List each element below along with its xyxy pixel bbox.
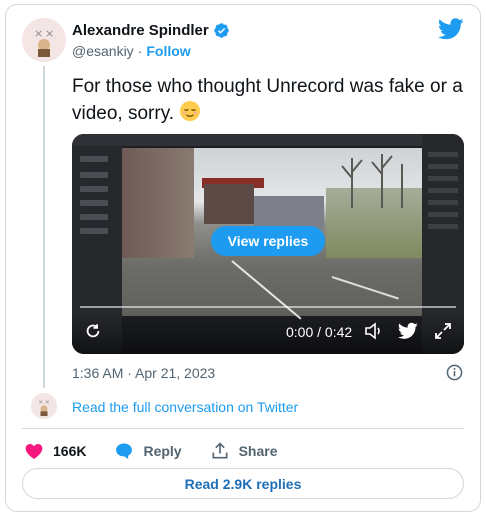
follow-button[interactable]: Follow [146, 43, 190, 59]
author-avatar[interactable]: × × [22, 18, 66, 62]
handle-row: @esankiy · Follow [72, 43, 191, 59]
divider [22, 428, 464, 429]
share-button[interactable]: Share [210, 441, 278, 461]
view-replies-button[interactable]: View replies [211, 226, 325, 256]
twitter-logo-icon[interactable] [438, 18, 464, 40]
like-count: 166K [53, 443, 87, 459]
tweet-body: For those who thought Unrecord was fake … [72, 76, 463, 124]
video-player[interactable]: View replies 0:00 / 0:42 [72, 134, 464, 354]
svg-text:×: × [34, 27, 43, 40]
reply-label: Reply [143, 443, 182, 459]
like-button[interactable]: 166K [24, 441, 86, 461]
twitter-bird-icon[interactable] [398, 322, 418, 340]
tweet-timestamp[interactable]: 1:36 AM · Apr 21, 2023 [72, 365, 215, 381]
road-marking [331, 276, 399, 300]
read-replies-button[interactable]: Read 2.9K replies [22, 468, 464, 499]
video-progress-bar[interactable] [80, 306, 456, 308]
building [204, 184, 254, 224]
thread-line [43, 66, 45, 388]
verified-badge-icon [213, 23, 229, 38]
svg-text:×: × [45, 27, 54, 40]
info-icon[interactable] [446, 364, 463, 381]
fullscreen-icon[interactable] [434, 322, 452, 340]
heart-icon [25, 444, 43, 459]
svg-text:×: × [38, 398, 43, 406]
editor-toolbar [72, 134, 464, 146]
conversation-avatar: × × [31, 393, 57, 419]
action-bar: 166K Reply Share [24, 441, 306, 461]
tweet-text: For those who thought Unrecord was fake … [72, 74, 472, 127]
graffiti-wall-mid [254, 196, 324, 230]
volume-icon[interactable] [364, 322, 384, 340]
reply-button[interactable]: Reply [114, 441, 182, 461]
read-full-conversation-link[interactable]: Read the full conversation on Twitter [72, 399, 298, 415]
reply-bubble-icon [116, 443, 133, 460]
author-handle[interactable]: @esankiy [72, 43, 134, 59]
graffiti-wall [122, 148, 194, 258]
share-icon [212, 442, 228, 459]
share-label: Share [238, 443, 278, 459]
road-marking [231, 260, 302, 320]
separator-dot: · [137, 43, 143, 59]
bare-trees [341, 154, 403, 208]
author-name[interactable]: Alexandre Spindler [72, 22, 209, 39]
author-name-row: Alexandre Spindler [72, 22, 230, 39]
svg-text:×: × [45, 398, 50, 406]
replay-icon[interactable] [84, 322, 102, 340]
relieved-face-emoji [180, 101, 201, 121]
video-time: 0:00 / 0:42 [286, 324, 353, 340]
